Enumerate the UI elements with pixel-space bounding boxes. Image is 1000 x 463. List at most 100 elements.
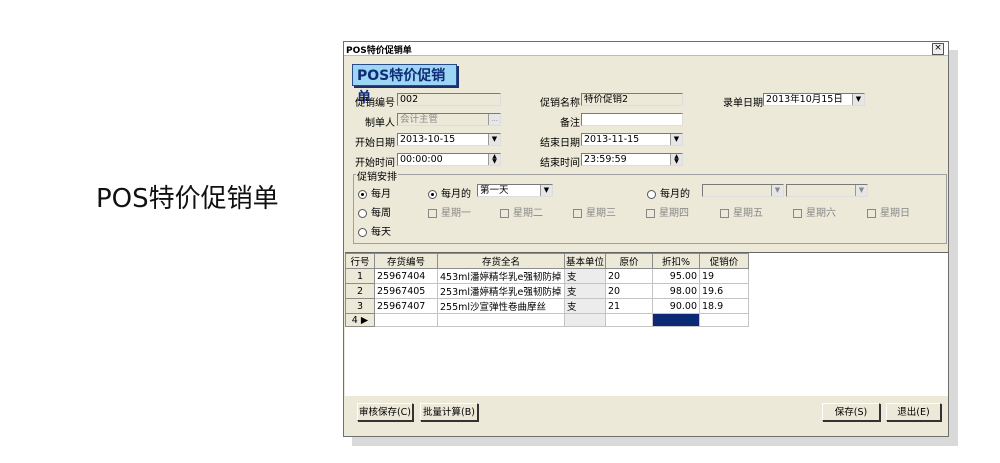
items-grid[interactable]: 行号 存货编号 存货全名 基本单位 原价 折扣% 促销价 1 25967404 … (345, 252, 948, 396)
radio-daily[interactable]: 每天 (358, 223, 391, 238)
cell-unit[interactable] (564, 313, 606, 327)
cell-unit[interactable]: 支 (564, 283, 606, 299)
chevron-down-icon[interactable]: ▼ (488, 134, 500, 145)
page-caption: POS特价促销单 (96, 184, 279, 214)
start-date-value: 2013-10-15 (400, 134, 456, 145)
cell-promo-price[interactable]: 18.9 (699, 298, 749, 314)
radio-monthly-label: 每月 (371, 189, 391, 200)
col-header[interactable]: 原价 (605, 253, 653, 269)
radio-monthly[interactable]: 每月 (358, 185, 391, 200)
cell-name[interactable]: 453ml潘婷精华乳e强韧防掉 (437, 268, 565, 284)
monthly-day-select[interactable]: 第一天 ▼ (477, 184, 553, 197)
checkbox-icon (500, 208, 509, 218)
remark-field[interactable] (581, 113, 683, 126)
table-row[interactable]: 3 25967407 255ml沙宣弹性卷曲摩丝 支 21 90.00 18.9 (345, 298, 749, 314)
checkbox-icon (573, 208, 582, 218)
entry-date-value: 2013年10月15日 (766, 94, 843, 105)
end-time-label: 结束时间 (540, 158, 580, 169)
cell-discount[interactable]: 95.00 (652, 268, 700, 284)
cell-name[interactable]: 253ml潘婷精华乳e强韧防掉 (437, 283, 565, 299)
maker-field[interactable]: 会计主管 … (397, 113, 501, 126)
entry-date-field[interactable]: 2013年10月15日 ▼ (763, 93, 865, 106)
cell-name[interactable] (437, 313, 565, 327)
cell-code[interactable]: 25967404 (374, 268, 438, 284)
checkbox-weekday-2[interactable]: 星期二 (500, 204, 543, 219)
promo-name-field[interactable]: 特价促销2 (581, 93, 683, 106)
cell-code[interactable]: 25967405 (374, 283, 438, 299)
batch-calc-button[interactable]: 批量计算(B) (420, 403, 478, 421)
col-header[interactable]: 基本单位 (564, 253, 606, 269)
cell-price[interactable]: 21 (605, 298, 653, 314)
monthly-day-value: 第一天 (480, 185, 509, 196)
cell-discount-selected[interactable] (652, 313, 700, 327)
cell-code[interactable] (374, 313, 438, 327)
end-date-field[interactable]: 2013-11-15 ▼ (581, 133, 683, 146)
checkbox-weekday-3[interactable]: 星期三 (573, 204, 616, 219)
cell-name[interactable]: 255ml沙宣弹性卷曲摩丝 (437, 298, 565, 314)
cell-unit[interactable]: 支 (564, 298, 606, 314)
checkbox-weekday-6[interactable]: 星期六 (793, 204, 836, 219)
radio-unchecked-icon (358, 227, 367, 237)
exit-button[interactable]: 退出(E) (886, 403, 941, 421)
chevron-down-icon[interactable]: ▼ (771, 185, 783, 196)
cell-promo-price[interactable]: 19.6 (699, 283, 749, 299)
end-date-value: 2013-11-15 (584, 134, 640, 145)
end-date-label: 结束日期 (540, 138, 580, 149)
checkbox-icon (793, 208, 802, 218)
save-button[interactable]: 保存(S) (822, 403, 880, 421)
chevron-down-icon[interactable]: ▼ (855, 185, 867, 196)
checkbox-weekday-7[interactable]: 星期日 (867, 204, 910, 219)
cell-price[interactable]: 20 (605, 283, 653, 299)
audit-save-button[interactable]: 审核保存(C) (357, 403, 413, 421)
ellipsis-icon[interactable]: … (488, 114, 500, 125)
entry-date-label: 录单日期 (723, 98, 763, 109)
weekday-label: 星期二 (513, 208, 543, 219)
checkbox-weekday-4[interactable]: 星期四 (646, 204, 689, 219)
col-header[interactable]: 存货编号 (374, 253, 438, 269)
col-header[interactable]: 存货全名 (437, 253, 565, 269)
table-row-current[interactable]: 4 ▶ (345, 313, 749, 327)
col-header[interactable]: 折扣% (652, 253, 700, 269)
promo-no-field[interactable]: 002 (397, 93, 501, 106)
radio-monthly-of[interactable]: 每月的 (428, 185, 471, 200)
cell-unit[interactable]: 支 (564, 268, 606, 284)
cell-code[interactable]: 25967407 (374, 298, 438, 314)
table-row[interactable]: 1 25967404 453ml潘婷精华乳e强韧防掉 支 20 95.00 19 (345, 268, 749, 284)
checkbox-weekday-1[interactable]: 星期一 (428, 204, 471, 219)
checkbox-weekday-5[interactable]: 星期五 (720, 204, 763, 219)
checkbox-icon (646, 208, 655, 218)
row-number: 4 ▶ (345, 313, 375, 327)
chevron-down-icon[interactable]: ▼ (852, 94, 864, 105)
pos-promo-window: POS特价促销单 × POS特价促销单 促销编号 002 促销名称 特价促销2 … (343, 41, 949, 437)
monthly-select-a[interactable]: ▼ (702, 184, 784, 197)
close-icon[interactable]: × (932, 43, 944, 55)
col-header[interactable]: 行号 (345, 253, 375, 269)
table-header-row: 行号 存货编号 存货全名 基本单位 原价 折扣% 促销价 (345, 253, 749, 269)
weekday-label: 星期一 (441, 208, 471, 219)
title-bar: POS特价促销单 × (344, 42, 948, 56)
cell-price[interactable]: 20 (605, 268, 653, 284)
table-row[interactable]: 2 25967405 253ml潘婷精华乳e强韧防掉 支 20 98.00 19… (345, 283, 749, 299)
col-header[interactable]: 促销价 (699, 253, 749, 269)
weekday-label: 星期六 (806, 208, 836, 219)
start-time-field[interactable]: 00:00:00 ▲ ▼ (397, 153, 501, 166)
spinner-icon[interactable]: ▲ ▼ (488, 154, 500, 165)
spinner-icon[interactable]: ▲ ▼ (670, 154, 682, 165)
end-time-field[interactable]: 23:59:59 ▲ ▼ (581, 153, 683, 166)
cell-price[interactable] (605, 313, 653, 327)
chevron-down-icon[interactable]: ▼ (670, 134, 682, 145)
promo-no-label: 促销编号 (355, 98, 395, 109)
cell-discount[interactable]: 90.00 (652, 298, 700, 314)
radio-weekly-label: 每周 (371, 208, 391, 219)
cell-promo-price[interactable] (699, 313, 749, 327)
radio-weekly[interactable]: 每周 (358, 204, 391, 219)
radio-monthly-of-2[interactable]: 每月的 (647, 185, 690, 200)
items-table: 行号 存货编号 存货全名 基本单位 原价 折扣% 促销价 1 25967404 … (345, 253, 749, 327)
cell-discount[interactable]: 98.00 (652, 283, 700, 299)
checkbox-icon (428, 208, 437, 218)
cell-promo-price[interactable]: 19 (699, 268, 749, 284)
chevron-down-icon[interactable]: ▼ (540, 185, 552, 196)
radio-checked-icon (428, 189, 437, 199)
monthly-select-b[interactable]: ▼ (786, 184, 868, 197)
start-date-field[interactable]: 2013-10-15 ▼ (397, 133, 501, 146)
